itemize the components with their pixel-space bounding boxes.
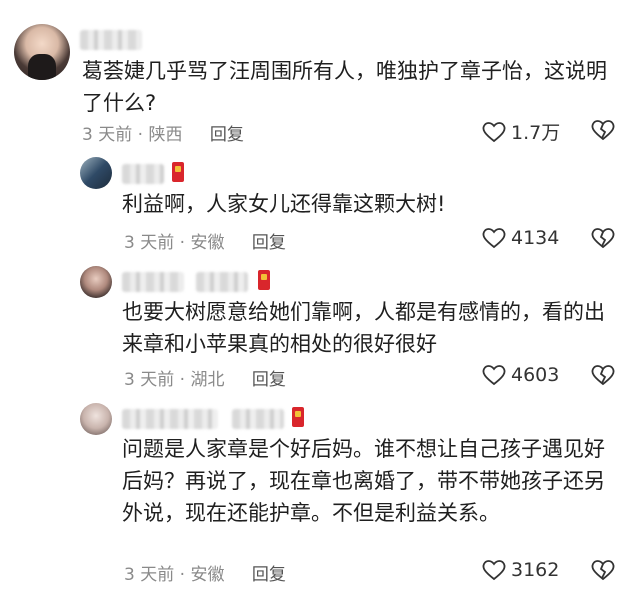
- username-blurred[interactable]: [122, 164, 164, 184]
- comment-text: 问题是人家章是个好后妈。谁不想让自己孩子遇见好后妈？再说了，现在章也离婚了，带不…: [122, 437, 605, 525]
- comment-text: 利益啊，人家女儿还得靠这颗大树!: [122, 192, 446, 216]
- comment-text: 葛荟婕几乎骂了汪周围所有人，唯独护了章子怡，这说明了什么?: [82, 59, 607, 115]
- username-blurred[interactable]: [122, 272, 184, 292]
- like-count: 1.7万: [511, 122, 561, 144]
- meta-separator: ·: [179, 233, 191, 253]
- reply-button[interactable]: 回复: [252, 565, 286, 585]
- comment-location: 陕西: [148, 125, 183, 145]
- like-button[interactable]: 3162: [481, 558, 559, 582]
- avatar[interactable]: [80, 403, 112, 435]
- comment-time: 3 天前: [82, 125, 133, 145]
- heart-outline-icon: [482, 560, 506, 581]
- comment-text: 也要大树愿意给她们靠啊，人都是有感情的，看的出来章和小苹果真的相处的很好很好: [122, 300, 605, 356]
- comment-meta: 3 天前 · 安徽 回复: [124, 228, 286, 253]
- comment-time: 3 天前: [124, 370, 175, 390]
- like-button[interactable]: 4134: [481, 226, 559, 250]
- comment-location: 安徽: [190, 233, 225, 253]
- comment-time: 3 天前: [124, 565, 175, 585]
- reply-target-blurred[interactable]: [196, 272, 248, 292]
- like-count: 4134: [511, 227, 560, 249]
- heart-outline-icon: [482, 228, 506, 249]
- comment-location: 湖北: [190, 370, 225, 390]
- flag-badge-icon: [258, 270, 270, 290]
- broken-heart-icon[interactable]: [590, 363, 616, 387]
- flag-badge-icon: [292, 407, 304, 427]
- reply-target-blurred[interactable]: [232, 409, 284, 429]
- meta-separator: ·: [179, 565, 191, 585]
- avatar[interactable]: [80, 157, 112, 189]
- comment-meta: 3 天前 · 湖北 回复: [124, 365, 286, 390]
- meta-separator: ·: [137, 125, 149, 145]
- reply-button[interactable]: 回复: [210, 125, 244, 145]
- avatar[interactable]: [80, 266, 112, 298]
- reply-button[interactable]: 回复: [252, 370, 286, 390]
- heart-outline-icon: [482, 365, 506, 386]
- username-blurred[interactable]: [122, 409, 218, 429]
- username-blurred[interactable]: [80, 30, 142, 50]
- meta-separator: ·: [179, 370, 191, 390]
- like-count: 3162: [511, 559, 560, 581]
- like-count: 4603: [511, 364, 560, 386]
- broken-heart-icon[interactable]: [590, 558, 616, 582]
- broken-heart-icon[interactable]: [590, 226, 616, 250]
- avatar[interactable]: [14, 24, 70, 80]
- comment-time: 3 天前: [124, 233, 175, 253]
- like-button[interactable]: 4603: [481, 363, 559, 387]
- comment-location: 安徽: [190, 565, 225, 585]
- reply-button[interactable]: 回复: [252, 233, 286, 253]
- heart-outline-icon: [482, 121, 506, 142]
- comment-meta: 3 天前 · 安徽 回复: [124, 560, 286, 585]
- comment-meta: 3 天前 · 陕西 回复: [82, 120, 244, 145]
- flag-badge-icon: [172, 162, 184, 182]
- like-button[interactable]: 1.7万: [481, 118, 560, 145]
- broken-heart-icon[interactable]: [590, 118, 616, 142]
